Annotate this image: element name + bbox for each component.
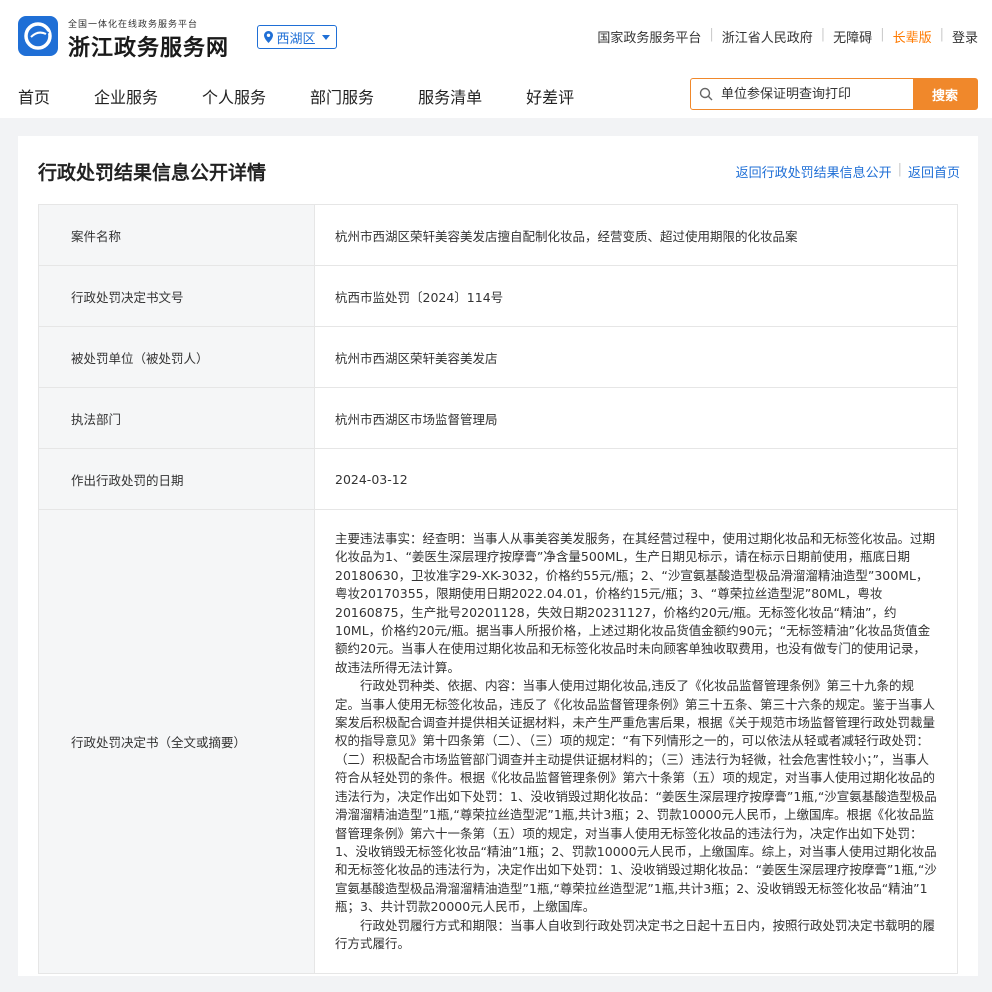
link-accessibility[interactable]: 无障碍: [833, 27, 872, 46]
penalized-party-label: 被处罚单位（被处罚人）: [38, 326, 315, 388]
divider: |: [939, 27, 944, 42]
top-links: 国家政务服务平台 | 浙江省人民政府 | 无障碍 | 长辈版 | 登录: [597, 27, 978, 46]
divider: |: [820, 27, 826, 42]
search-icon: [699, 87, 713, 101]
decision-number-label: 行政处罚决定书文号: [38, 265, 315, 327]
divider: |: [897, 162, 902, 177]
search-button[interactable]: 搜索: [913, 79, 977, 109]
divider: |: [709, 27, 714, 42]
case-name-value: 杭州市西湖区荣轩美容美发店擅自配制化妆品，经营变质、超过使用期限的化妆品案: [314, 204, 958, 266]
nav-personal[interactable]: 个人服务: [202, 84, 266, 108]
link-provincial-gov[interactable]: 浙江省人民政府: [722, 27, 813, 46]
region-selector[interactable]: 西湖区: [257, 25, 337, 49]
location-pin-icon: [264, 31, 274, 43]
region-label: 西湖区: [276, 31, 316, 47]
penalty-date-value: 2024-03-12: [314, 448, 958, 510]
decision-number-value: 杭西市监处罚〔2024〕114号: [314, 265, 958, 327]
table-row: 执法部门 杭州市西湖区市场监督管理局: [38, 387, 958, 449]
main-nav: 首页 企业服务 个人服务 部门服务 服务清单 好差评: [18, 84, 618, 108]
table-row: 行政处罚决定书（全文或摘要） 主要违法事实：经查明：当事人从事美容美发服务，在其…: [38, 508, 958, 975]
logo-subtitle: 全国一体化在线政务服务平台: [68, 20, 199, 30]
decision-paragraph-facts: 主要违法事实：经查明：当事人从事美容美发服务，在其经营过程中，使用过期化妆品和无…: [335, 531, 936, 675]
detail-table: 案件名称 杭州市西湖区荣轩美容美发店擅自配制化妆品，经营变质、超过使用期限的化妆…: [38, 204, 958, 975]
decision-text-label: 行政处罚决定书（全文或摘要）: [38, 508, 315, 975]
search-field: [691, 79, 913, 109]
divider: |: [880, 27, 885, 42]
link-elder-version[interactable]: 长辈版: [893, 27, 932, 46]
nav-rating[interactable]: 好差评: [526, 84, 574, 108]
penalized-party-value: 杭州市西湖区荣轩美容美发店: [314, 326, 958, 388]
search-input[interactable]: [719, 85, 903, 103]
back-to-list-link[interactable]: 返回行政处罚结果信息公开: [736, 162, 892, 181]
nav-home[interactable]: 首页: [18, 84, 50, 108]
panel-links: 返回行政处罚结果信息公开 | 返回首页: [736, 162, 960, 181]
decision-paragraph-fulfillment: 行政处罚履行方式和期限：当事人自收到行政处罚决定书之日起十五日内，按照行政处罚决…: [335, 917, 936, 951]
table-row: 案件名称 杭州市西湖区荣轩美容美发店擅自配制化妆品，经营变质、超过使用期限的化妆…: [38, 204, 958, 266]
page-title: 行政处罚结果信息公开详情: [38, 162, 267, 184]
case-name-label: 案件名称: [38, 204, 315, 266]
enforcement-dept-value: 杭州市西湖区市场监督管理局: [314, 387, 958, 449]
link-login[interactable]: 登录: [952, 27, 978, 46]
table-row: 行政处罚决定书文号 杭西市监处罚〔2024〕114号: [38, 265, 958, 327]
link-national-platform[interactable]: 国家政务服务平台: [597, 27, 701, 46]
table-row: 作出行政处罚的日期 2024-03-12: [38, 448, 958, 510]
back-home-link[interactable]: 返回首页: [908, 162, 960, 181]
nav-service-list[interactable]: 服务清单: [418, 84, 482, 108]
penalty-date-label: 作出行政处罚的日期: [38, 448, 315, 510]
zhejiang-logo-icon[interactable]: [18, 16, 58, 56]
detail-panel: 行政处罚结果信息公开详情 返回行政处罚结果信息公开 | 返回首页 案件名称 杭州…: [18, 136, 978, 976]
nav-department[interactable]: 部门服务: [310, 84, 374, 108]
enforcement-dept-label: 执法部门: [38, 387, 315, 449]
decision-text-value: 主要违法事实：经查明：当事人从事美容美发服务，在其经营过程中，使用过期化妆品和无…: [314, 508, 958, 975]
table-row: 被处罚单位（被处罚人） 杭州市西湖区荣轩美容美发店: [38, 326, 958, 388]
chevron-down-icon: [321, 34, 330, 40]
search-box: 搜索: [690, 78, 978, 110]
nav-enterprise[interactable]: 企业服务: [94, 84, 158, 108]
logo-title[interactable]: 浙江政务服务网: [68, 30, 229, 62]
site-header: 全国一体化在线政务服务平台 浙江政务服务网 西湖区 国家政务服务平台 | 浙江省…: [0, 0, 992, 118]
decision-paragraph-basis: 行政处罚种类、依据、内容：当事人使用过期化妆品,违反了《化妆品监督管理条例》第三…: [335, 678, 937, 915]
